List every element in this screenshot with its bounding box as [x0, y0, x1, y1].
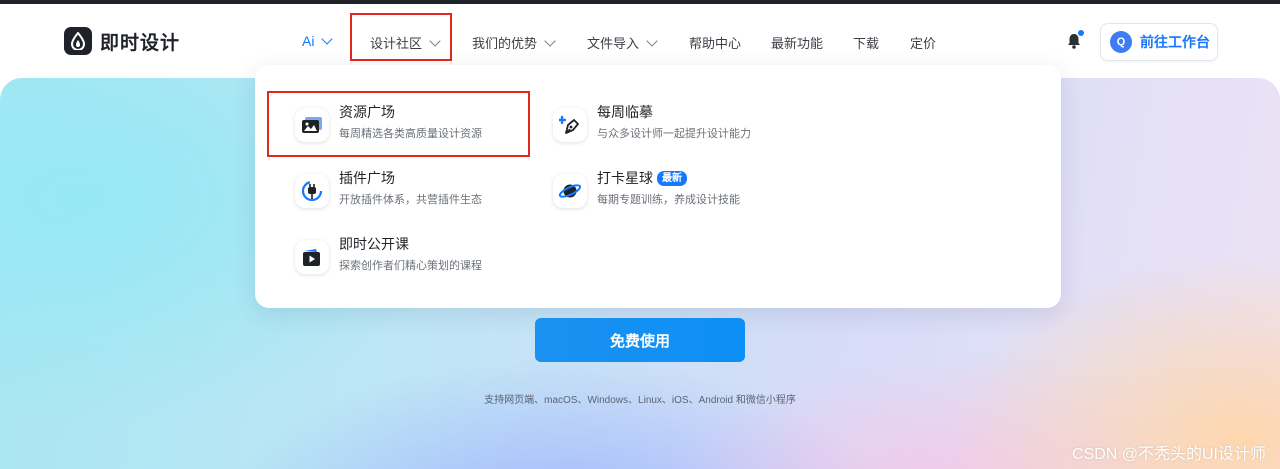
nav-item-new-features[interactable]: 最新功能 [771, 33, 823, 52]
menu-item-desc: 每期专题训练，养成设计技能 [597, 194, 740, 206]
video-play-icon [295, 240, 329, 274]
pen-plus-icon [553, 108, 587, 142]
logo[interactable]: 即时设计 [64, 27, 180, 55]
logo-text: 即时设计 [100, 32, 181, 54]
logo-icon [64, 27, 92, 55]
nav-item-label: 帮助中心 [689, 36, 742, 51]
planet-icon [553, 174, 587, 208]
chevron-down-icon [646, 34, 658, 47]
go-to-workbench-button[interactable]: Q 前往工作台 [1100, 23, 1218, 61]
nav-item-help-center[interactable]: 帮助中心 [689, 33, 741, 52]
highlight-box-nav [350, 13, 452, 61]
workbench-label: 前往工作台 [1140, 34, 1210, 50]
menu-item-plugin-plaza[interactable]: 插件广场 开放插件体系，共营插件生态 [295, 169, 482, 208]
free-use-button[interactable]: 免费使用 [535, 318, 745, 362]
plug-icon [295, 174, 329, 208]
menu-item-title: 即时公开课 [339, 236, 409, 252]
nav-item-label: 定价 [910, 36, 937, 51]
avatar: Q [1110, 31, 1132, 53]
menu-item-title: 插件广场 [339, 170, 395, 186]
menu-item-desc: 探索创作者们精心策划的课程 [339, 260, 482, 272]
nav-item-label: 文件导入 [587, 36, 640, 51]
menu-item-desc: 开放插件体系，共营插件生态 [339, 194, 482, 206]
nav-item-pricing[interactable]: 定价 [910, 33, 936, 52]
new-badge: 最新 [657, 170, 687, 186]
supported-platforms-text: 支持网页端、macOS、Windows、Linux、iOS、Android 和微… [484, 395, 796, 406]
chevron-down-icon [544, 34, 556, 47]
menu-item-title: 打卡星球 [597, 170, 653, 186]
nav-item-label: 最新功能 [771, 36, 824, 51]
chevron-down-icon [321, 33, 334, 45]
nav-item-ai[interactable]: Ai [302, 33, 334, 49]
menu-item-desc: 与众多设计师一起提升设计能力 [597, 128, 751, 140]
nav-item-label: 我们的优势 [472, 36, 538, 51]
highlight-box-resource-plaza [267, 91, 530, 157]
menu-item-open-course[interactable]: 即时公开课 探索创作者们精心策划的课程 [295, 235, 482, 274]
nav-item-advantages[interactable]: 我们的优势 [472, 33, 556, 52]
nav-item-file-import[interactable]: 文件导入 [587, 33, 658, 52]
menu-item-checkin-planet[interactable]: 打卡星球 最新 每期专题训练，养成设计技能 [553, 169, 740, 208]
nav-item-label: Ai [302, 33, 315, 49]
notification-dot [1078, 30, 1084, 36]
nav-item-download[interactable]: 下载 [853, 33, 879, 52]
nav-item-label: 下载 [853, 36, 880, 51]
watermark: CSDN @不秃头的UI设计师 [1071, 446, 1266, 463]
menu-item-title: 每周临摹 [597, 104, 653, 120]
menu-item-weekly-copy[interactable]: 每周临摹 与众多设计师一起提升设计能力 [553, 103, 751, 142]
